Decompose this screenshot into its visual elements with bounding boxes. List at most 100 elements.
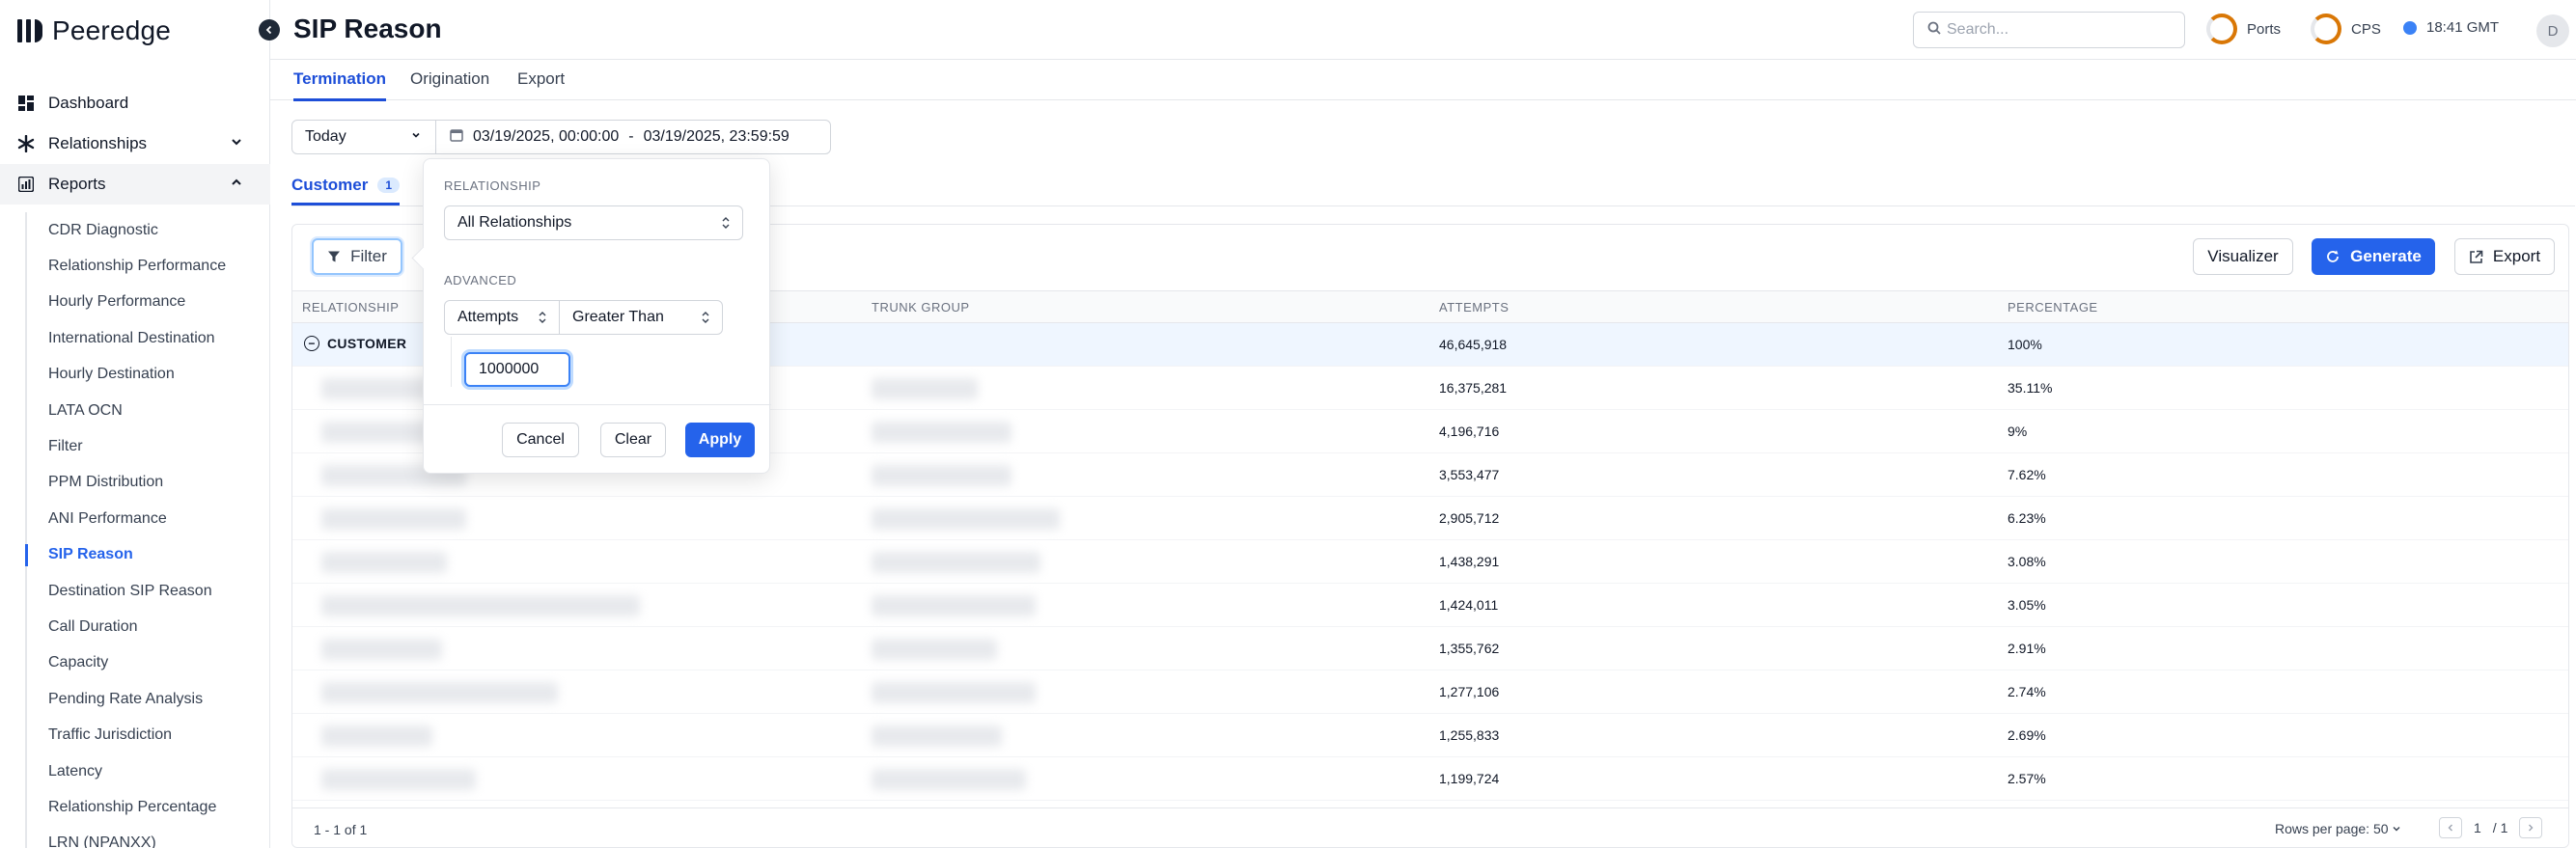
relationship-select[interactable]: All Relationships xyxy=(444,205,743,240)
operator-select[interactable]: Greater Than xyxy=(559,300,723,335)
group-toggle[interactable]: − CUSTOMER xyxy=(304,336,406,351)
next-page-button[interactable] xyxy=(2519,817,2543,838)
percentage-cell: 2.57% xyxy=(2008,771,2046,786)
nav-item-relationships[interactable]: Relationships xyxy=(0,123,270,164)
sidebar-item-report[interactable]: Latency xyxy=(27,753,270,789)
cps-gauge[interactable]: CPS xyxy=(2311,14,2381,44)
nav-item-dashboard[interactable]: Dashboard xyxy=(0,83,270,123)
percentage-cell: 3.08% xyxy=(2008,554,2046,569)
sidebar-item-report[interactable]: International Destination xyxy=(27,320,270,356)
table-row[interactable]: 1,424,011 3.05% xyxy=(292,584,2568,627)
sidebar-item-report[interactable]: Pending Rate Analysis xyxy=(27,681,270,717)
dashboard-icon xyxy=(17,95,35,112)
redacted-relationship xyxy=(321,378,432,399)
clear-button[interactable]: Clear xyxy=(600,423,666,457)
tab-customer-label: Customer xyxy=(291,176,369,194)
sidebar-item-report[interactable]: Call Duration xyxy=(27,609,270,644)
sidebar-item-report[interactable]: Hourly Performance xyxy=(27,285,270,320)
filter-button[interactable]: Filter xyxy=(312,238,402,275)
redacted-trunk-group xyxy=(872,725,1002,747)
clock: 18:41 GMT xyxy=(2403,19,2499,36)
tab-termination[interactable]: Termination xyxy=(293,69,387,101)
export-button[interactable]: Export xyxy=(2454,238,2555,275)
avatar[interactable]: D xyxy=(2536,14,2569,47)
tab-customer[interactable]: Customer 1 xyxy=(291,176,401,205)
redacted-relationship xyxy=(321,725,432,747)
sidebar-item-report[interactable]: LRN (NPANXX) xyxy=(27,826,270,848)
ports-label: Ports xyxy=(2247,20,2282,38)
table-row[interactable]: 1,199,724 2.57% xyxy=(292,757,2568,801)
generate-button[interactable]: Generate xyxy=(2312,238,2435,275)
visualizer-button[interactable]: Visualizer xyxy=(2193,238,2293,275)
table-row[interactable]: 1,277,106 2.74% xyxy=(292,670,2568,714)
table-row[interactable]: 1,438,291 3.08% xyxy=(292,540,2568,584)
generate-label: Generate xyxy=(2350,247,2422,265)
chevron-down-icon xyxy=(2393,827,2400,832)
sidebar-item-report[interactable]: CDR Diagnostic xyxy=(27,212,270,248)
nav-item-reports[interactable]: Reports xyxy=(0,164,270,205)
date-range-select[interactable]: Today xyxy=(291,120,436,154)
column-header-attempts[interactable]: Attempts xyxy=(1439,300,1509,315)
column-header-relationship[interactable]: Relationship xyxy=(302,300,399,315)
percentage-cell: 3.05% xyxy=(2008,597,2046,613)
ports-gauge[interactable]: Ports xyxy=(2206,14,2281,44)
external-link-icon xyxy=(2470,250,2483,263)
prev-page-button[interactable] xyxy=(2439,817,2462,838)
clock-time: 18:41 GMT xyxy=(2426,19,2500,36)
sidebar-item-report[interactable]: Relationship Percentage xyxy=(27,789,270,825)
sidebar-item-report[interactable]: PPM Distribution xyxy=(27,465,270,501)
redacted-trunk-group xyxy=(872,595,1036,616)
sidebar-item-report[interactable]: Relationship Performance xyxy=(27,248,270,284)
sidebar-item-report[interactable]: LATA OCN xyxy=(27,393,270,428)
sidebar-item-report[interactable]: Traffic Jurisdiction xyxy=(27,717,270,752)
sidebar-item-report[interactable]: ANI Performance xyxy=(27,501,270,536)
tab-export[interactable]: Export xyxy=(517,69,565,98)
redacted-relationship xyxy=(321,682,558,703)
cancel-button[interactable]: Cancel xyxy=(502,423,579,457)
nav-label: Reports xyxy=(48,175,106,193)
condition-connector xyxy=(451,337,452,387)
sidebar-item-report[interactable]: SIP Reason xyxy=(25,537,270,573)
advanced-label: Advanced xyxy=(444,273,517,287)
percentage-cell: 35.11% xyxy=(2008,380,2053,396)
field-select[interactable]: Attempts xyxy=(444,300,560,335)
rows-per-page-select[interactable]: Rows per page: 50 xyxy=(2275,821,2401,836)
column-header-percentage[interactable]: Percentage xyxy=(2008,300,2098,315)
attempts-cell: 4,196,716 xyxy=(1439,424,1500,439)
column-header-trunk-group[interactable]: Trunk Group xyxy=(872,300,970,315)
search-input[interactable]: Search... xyxy=(1913,12,2185,48)
chevron-right-icon xyxy=(2529,824,2534,832)
top-header: SIP Reason Search... Ports CPS 18:41 GMT… xyxy=(270,0,2576,60)
table-row[interactable]: 2,905,712 6.23% xyxy=(292,497,2568,540)
nav-label: Relationships xyxy=(48,134,148,152)
brand-logo[interactable]: Peeredge xyxy=(17,14,171,48)
clock-icon xyxy=(2403,20,2417,35)
tab-origination[interactable]: Origination xyxy=(410,69,489,98)
sidebar: Peeredge Dashboard Relationships Reports xyxy=(0,0,270,848)
attempts-cell: 16,375,281 xyxy=(1439,380,1508,396)
sidebar-item-report[interactable]: Capacity xyxy=(27,645,270,681)
redacted-trunk-group xyxy=(872,465,1011,486)
redacted-trunk-group xyxy=(872,378,978,399)
threshold-input[interactable] xyxy=(464,352,570,387)
report-icon xyxy=(17,176,35,193)
sidebar-item-report[interactable]: Hourly Destination xyxy=(27,357,270,393)
sidebar-item-report[interactable]: Filter xyxy=(27,428,270,464)
redacted-relationship xyxy=(321,422,437,443)
up-down-chevron-icon xyxy=(721,214,731,232)
table-row[interactable]: 1,355,762 2.91% xyxy=(292,627,2568,670)
apply-button[interactable]: Apply xyxy=(685,423,755,457)
up-down-chevron-icon xyxy=(701,309,710,326)
current-page: 1 xyxy=(2474,820,2481,835)
cps-ring-icon xyxy=(2311,14,2341,44)
nav-label: Dashboard xyxy=(48,94,129,112)
attempts-cell: 1,255,833 xyxy=(1439,727,1500,743)
table-row[interactable]: 1,255,833 2.69% xyxy=(292,714,2568,757)
date-range-picker[interactable]: 03/19/2025, 00:00:00 - 03/19/2025, 23:59… xyxy=(435,120,831,154)
collapse-sidebar-button[interactable] xyxy=(259,19,280,41)
sidebar-item-report[interactable]: Destination SIP Reason xyxy=(27,573,270,609)
redacted-trunk-group xyxy=(872,639,997,660)
field-value: Attempts xyxy=(457,309,519,325)
percentage-cell: 6.23% xyxy=(2008,510,2046,526)
redacted-trunk-group xyxy=(872,508,1060,530)
